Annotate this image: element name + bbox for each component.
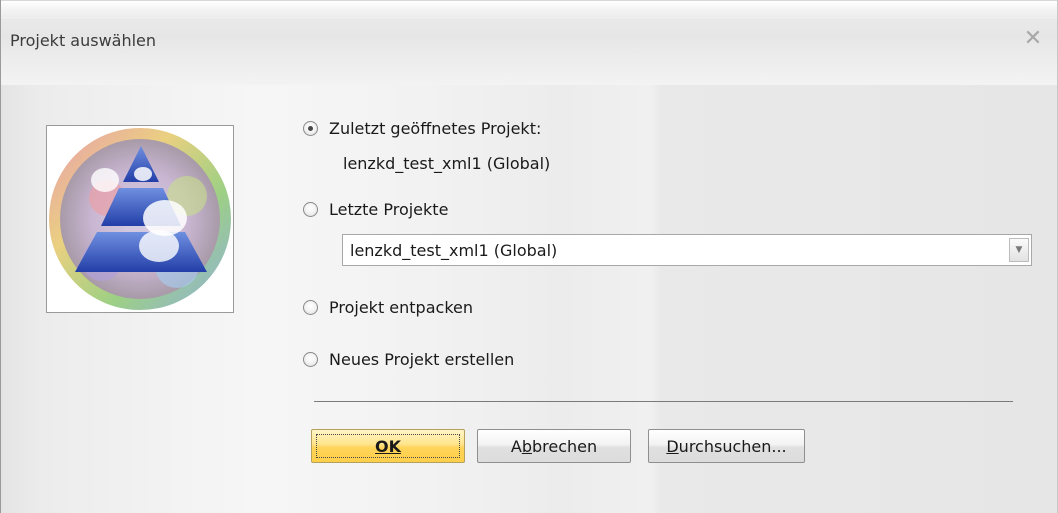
recent-opened-label[interactable]: Zuletzt geöffnetes Projekt: bbox=[329, 119, 541, 138]
recent-opened-value: lenzkd_test_xml1 (Global) bbox=[343, 154, 551, 173]
option-recent-projects[interactable]: Letzte Projekte bbox=[303, 197, 448, 221]
radio-new-project[interactable] bbox=[303, 351, 318, 367]
recent-projects-dropdown[interactable]: lenzkd_test_xml1 (Global) ▼ bbox=[342, 234, 1032, 266]
radio-recent-opened[interactable] bbox=[303, 120, 318, 136]
project-select-dialog: Projekt auswählen ✕ Zuletzt geöffnetes P… bbox=[0, 0, 1058, 513]
close-icon[interactable]: ✕ bbox=[1019, 25, 1047, 53]
ok-button[interactable]: OK bbox=[311, 429, 465, 463]
radio-unpack-project[interactable] bbox=[303, 299, 318, 315]
browse-label-mnemonic: D bbox=[666, 436, 679, 456]
recent-projects-selected: lenzkd_test_xml1 (Global) bbox=[350, 241, 558, 260]
cancel-label-pre: A bbox=[510, 436, 522, 456]
focus-rect bbox=[316, 434, 460, 458]
option-recent-opened[interactable]: Zuletzt geöffnetes Projekt: bbox=[303, 116, 541, 140]
browse-label-post: urchsuchen... bbox=[678, 436, 787, 456]
cancel-button[interactable]: Ab brechen bbox=[477, 429, 631, 463]
cancel-label-post: brechen bbox=[531, 436, 598, 456]
unpack-project-label[interactable]: Projekt entpacken bbox=[329, 298, 473, 317]
cancel-label-mnemonic: b bbox=[521, 436, 532, 456]
option-new-project[interactable]: Neues Projekt erstellen bbox=[303, 347, 514, 371]
separator bbox=[314, 401, 1013, 402]
recent-projects-label[interactable]: Letzte Projekte bbox=[329, 200, 448, 219]
window-title: Projekt auswählen bbox=[10, 31, 157, 50]
chevron-down-icon[interactable]: ▼ bbox=[1009, 238, 1029, 262]
pyramid-logo-icon bbox=[49, 128, 231, 310]
option-unpack-project[interactable]: Projekt entpacken bbox=[303, 295, 473, 319]
browse-button[interactable]: Durchsuchen... bbox=[648, 429, 805, 463]
project-logo bbox=[46, 125, 234, 313]
radio-recent-projects[interactable] bbox=[303, 201, 318, 217]
new-project-label[interactable]: Neues Projekt erstellen bbox=[329, 350, 514, 369]
title-bar[interactable]: Projekt auswählen ✕ bbox=[1, 0, 1057, 85]
